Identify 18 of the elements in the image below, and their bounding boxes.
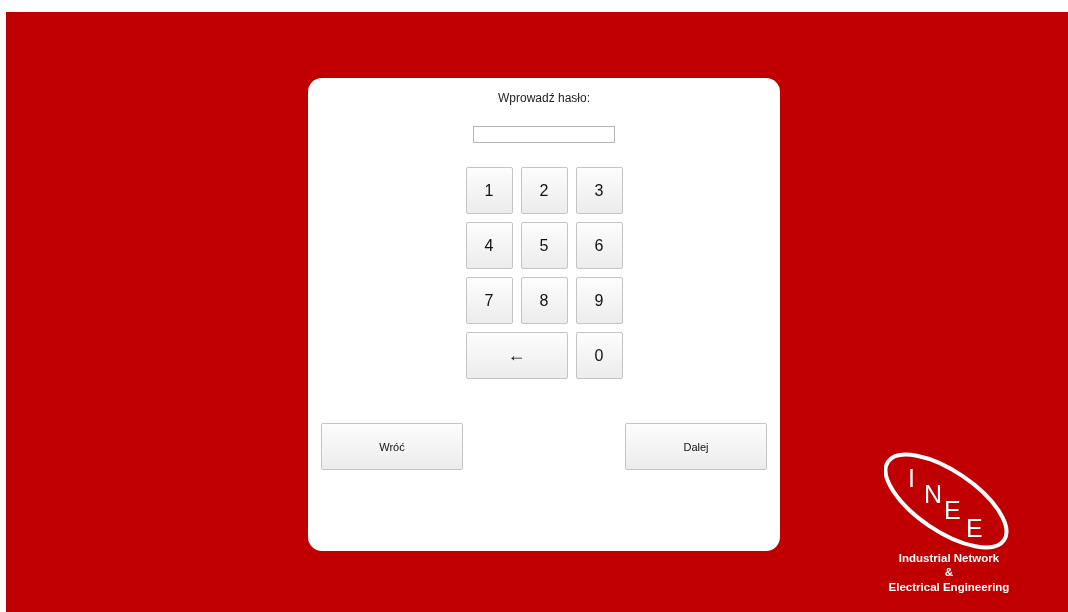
digit-key[interactable]: 4 [465, 222, 513, 269]
digit-key[interactable]: 8 [520, 277, 568, 324]
back-button[interactable]: Wróć [321, 423, 463, 470]
logo-text: Industrial Network [897, 550, 1001, 565]
digit-key[interactable]: 3 [575, 167, 623, 214]
digit-key[interactable]: 1 [465, 167, 513, 214]
digit-key[interactable]: 7 [465, 277, 513, 324]
logo-text: Electrical Engineering [888, 579, 1010, 594]
digit-key[interactable]: 9 [575, 277, 623, 324]
next-button[interactable]: Dalej [625, 423, 767, 470]
password-field[interactable] [473, 126, 615, 143]
digit-key[interactable]: 0 [575, 332, 623, 379]
digit-key[interactable]: 5 [520, 222, 568, 269]
digit-key[interactable]: 6 [575, 222, 623, 269]
backspace-key[interactable]: ← [465, 332, 568, 379]
password-label: Wprowadź hasło: [497, 91, 590, 107]
digit-key[interactable]: 2 [520, 167, 568, 214]
logo-text: & [943, 565, 955, 580]
